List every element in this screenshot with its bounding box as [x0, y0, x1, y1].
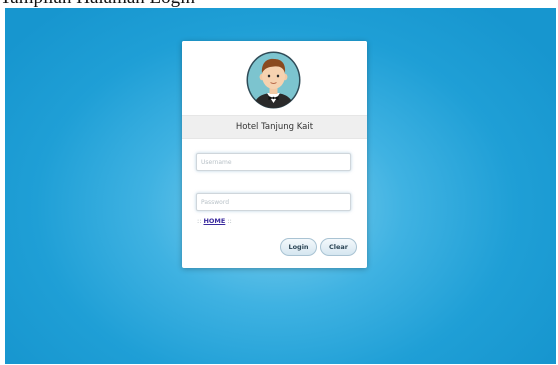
home-suffix: ::	[227, 217, 232, 225]
login-button[interactable]: Login	[280, 238, 317, 256]
clear-button[interactable]: Clear	[320, 238, 357, 256]
title-band: Hotel Tanjung Kait	[182, 115, 367, 139]
login-card: Hotel Tanjung Kait :: HOME :: Login Clea…	[182, 41, 367, 268]
man-avatar-icon	[246, 51, 301, 109]
username-input[interactable]	[196, 153, 351, 171]
home-link[interactable]: HOME	[203, 217, 225, 225]
login-screen: Hotel Tanjung Kait :: HOME :: Login Clea…	[5, 8, 556, 364]
home-prefix: ::	[197, 217, 202, 225]
page-caption: Tampilan Halaman Login	[0, 0, 195, 8]
hotel-title: Hotel Tanjung Kait	[235, 122, 314, 132]
password-input[interactable]	[196, 193, 351, 211]
home-row: :: HOME ::	[197, 216, 232, 226]
